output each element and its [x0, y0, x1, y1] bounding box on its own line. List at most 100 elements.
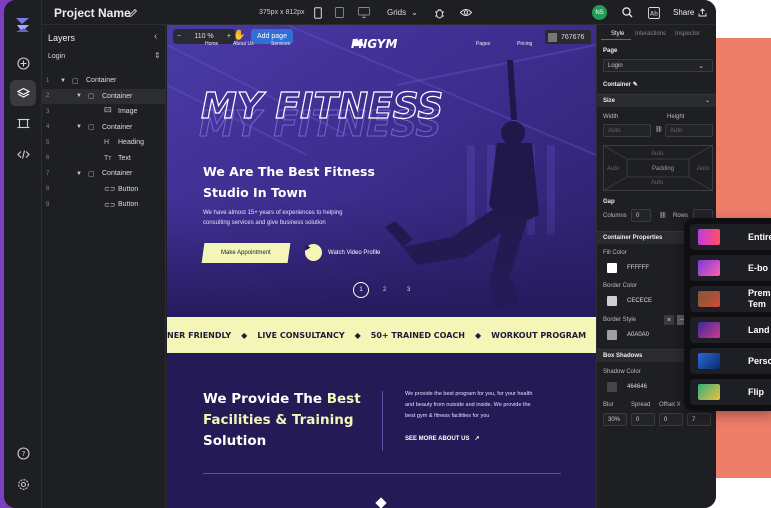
make-appointment-button[interactable]: Make Appointment: [201, 243, 291, 263]
site-logo[interactable]: MIGYM: [351, 37, 397, 51]
nav-about[interactable]: About Us: [233, 41, 254, 47]
border-style-swatch[interactable]: [607, 330, 617, 340]
padding-bottom-value[interactable]: Auto: [651, 180, 663, 186]
height-input[interactable]: Auto: [665, 124, 713, 137]
fill-color-swatch[interactable]: [607, 263, 617, 273]
layer-row[interactable]: 1 ▼ ▢ Container: [42, 73, 165, 88]
avatar[interactable]: NS: [592, 0, 607, 25]
template-thumbnail: [698, 322, 720, 338]
expand-triangle-icon[interactable]: ▼: [76, 93, 82, 99]
zoom-level: 110 %: [194, 33, 214, 40]
tab-style[interactable]: Style: [611, 31, 624, 37]
width-input[interactable]: Auto: [603, 124, 651, 137]
padding-left-value[interactable]: Auto: [607, 166, 619, 172]
template-item-6[interactable]: Flip: [690, 379, 771, 405]
tab-interactions[interactable]: Interactions: [635, 31, 666, 37]
border-color-value[interactable]: CECECE: [627, 298, 652, 304]
nav-pages[interactable]: Pages: [476, 41, 490, 47]
border-color-swatch[interactable]: [607, 296, 617, 306]
container-label: Container ✎: [603, 81, 638, 88]
template-item-3[interactable]: Prem Tem: [690, 286, 771, 312]
padding-right-value[interactable]: Auto: [697, 166, 709, 172]
layer-row[interactable]: 5 H Heading: [42, 135, 165, 150]
blur-input[interactable]: 30%: [603, 413, 627, 426]
template-name-1: Entire: [748, 231, 771, 242]
edit-pencil-icon[interactable]: ✎: [633, 82, 638, 88]
nav-home[interactable]: Home: [205, 41, 218, 47]
tab-inspector[interactable]: Inspector: [675, 31, 700, 37]
nav-services[interactable]: Services: [271, 41, 290, 47]
template-item-4[interactable]: Land: [690, 317, 771, 343]
image-icon: 🖾: [104, 107, 112, 114]
offset-y-input[interactable]: 7: [687, 413, 711, 426]
zoom-out-icon[interactable]: −: [177, 33, 181, 40]
layers-page-name[interactable]: Login: [48, 53, 65, 60]
preview-eye-icon[interactable]: [460, 0, 472, 25]
layer-row[interactable]: 2 ▼ ▢ Container: [42, 88, 165, 104]
section-divider: [382, 391, 383, 451]
expand-triangle-icon[interactable]: ▼: [60, 78, 66, 84]
layers-icon[interactable]: [10, 80, 36, 106]
share-button[interactable]: Share: [673, 0, 707, 25]
hand-tool-icon[interactable]: ✋: [233, 30, 245, 41]
project-name[interactable]: Project Name: [54, 0, 131, 25]
link-icon[interactable]: ⛓: [655, 126, 663, 133]
slider-dot-1[interactable]: 1: [353, 282, 369, 298]
expand-triangle-icon[interactable]: ▼: [76, 171, 82, 177]
shadow-color-swatch[interactable]: [607, 382, 617, 392]
make-appointment-label: Make Appointment: [221, 250, 271, 256]
font-settings-icon[interactable]: Ab: [648, 0, 660, 25]
template-item-5[interactable]: Perso: [690, 348, 771, 374]
watch-video-button[interactable]: Watch Video Profile: [305, 244, 380, 261]
layer-row[interactable]: 8 ⊂⊃ Button: [42, 182, 165, 197]
tab-underline: [601, 39, 631, 40]
fill-color-value[interactable]: FFFFFF: [627, 265, 649, 271]
layer-row[interactable]: 7 ▼ ▢ Container: [42, 166, 165, 181]
close-icon[interactable]: ×: [664, 315, 674, 325]
slider-dot-3[interactable]: 3: [407, 287, 410, 293]
grids-dropdown[interactable]: Grids ⌄: [387, 0, 418, 25]
hero-section: − 110 % + ✋ Add page 767676 MIGYM Home A…: [167, 25, 596, 317]
hero-headline-line-2: Studio In Town: [203, 185, 307, 200]
layer-row[interactable]: 6 Tт Text: [42, 151, 165, 166]
slider-dot-2[interactable]: 2: [383, 287, 386, 293]
edit-pencil-icon[interactable]: [128, 0, 138, 25]
desktop-device-icon[interactable]: [358, 0, 370, 25]
mobile-device-icon[interactable]: [314, 0, 322, 25]
link-icon[interactable]: ⛓: [659, 212, 667, 219]
template-item-2[interactable]: E-bo: [690, 255, 771, 281]
add-icon[interactable]: [10, 50, 36, 76]
border-style-value[interactable]: A0A0A0: [627, 332, 649, 338]
link-icon: ⊂⊃: [104, 186, 116, 193]
layer-index: 7: [46, 170, 50, 177]
zoom-in-icon[interactable]: +: [227, 33, 231, 40]
layer-row[interactable]: 9 ⊂⊃ Button: [42, 197, 165, 212]
search-icon[interactable]: [622, 0, 633, 25]
collapse-panel-icon[interactable]: ‹: [154, 31, 157, 42]
shadow-color-value[interactable]: 464646: [627, 384, 647, 390]
tablet-device-icon[interactable]: [335, 0, 344, 25]
bug-icon[interactable]: [434, 0, 445, 25]
see-more-link[interactable]: SEE MORE ABOUT US ↗: [405, 435, 479, 442]
spread-input[interactable]: 0: [631, 413, 655, 426]
padding-top-value[interactable]: Auto: [651, 151, 663, 157]
expand-collapse-icon[interactable]: ⇕: [154, 51, 161, 60]
design-canvas[interactable]: − 110 % + ✋ Add page 767676 MIGYM Home A…: [167, 25, 596, 508]
canvas-zoom-toolbar: − 110 % +: [173, 29, 235, 44]
frame-icon[interactable]: [10, 110, 36, 136]
nav-pricing[interactable]: Pricing: [517, 41, 532, 47]
template-thumbnail: [698, 260, 720, 276]
offset-x-input[interactable]: 0: [659, 413, 683, 426]
settings-gear-icon[interactable]: [10, 471, 36, 497]
code-icon[interactable]: [10, 141, 36, 167]
expand-triangle-icon[interactable]: ▼: [76, 124, 82, 130]
help-icon[interactable]: ?: [10, 440, 36, 466]
page-select[interactable]: Login ⌄: [603, 59, 713, 72]
columns-input[interactable]: 0: [631, 209, 651, 222]
chevron-down-icon[interactable]: ⌄: [705, 97, 710, 104]
template-name-4: Land: [748, 324, 770, 335]
layer-row[interactable]: 4 ▼ ▢ Container: [42, 120, 165, 135]
layer-row[interactable]: 3 🖾 Image: [42, 104, 165, 119]
color-chip[interactable]: 767676: [545, 30, 591, 44]
template-item-1[interactable]: Entire: [690, 224, 771, 250]
